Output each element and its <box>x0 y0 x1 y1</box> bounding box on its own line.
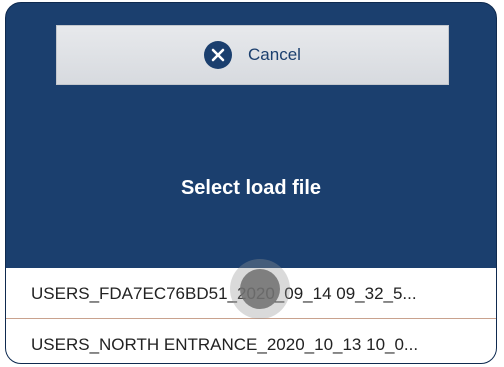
file-list-item[interactable]: USERS_NORTH ENTRANCE_2020_10_13 10_0... <box>6 319 496 363</box>
cancel-label: Cancel <box>248 45 301 64</box>
file-list-item[interactable]: USERS_FDA7EC76BD51_2020_09_14 09_32_5... <box>6 268 496 319</box>
close-icon <box>204 41 233 69</box>
file-list: USERS_FDA7EC76BD51_2020_09_14 09_32_5...… <box>6 268 496 363</box>
dialog-title: Select load file <box>180 177 322 199</box>
load-file-dialog: Cancel Select load file USERS_FDA7EC76BD… <box>5 2 497 364</box>
cancel-button[interactable]: Cancel <box>56 25 449 85</box>
